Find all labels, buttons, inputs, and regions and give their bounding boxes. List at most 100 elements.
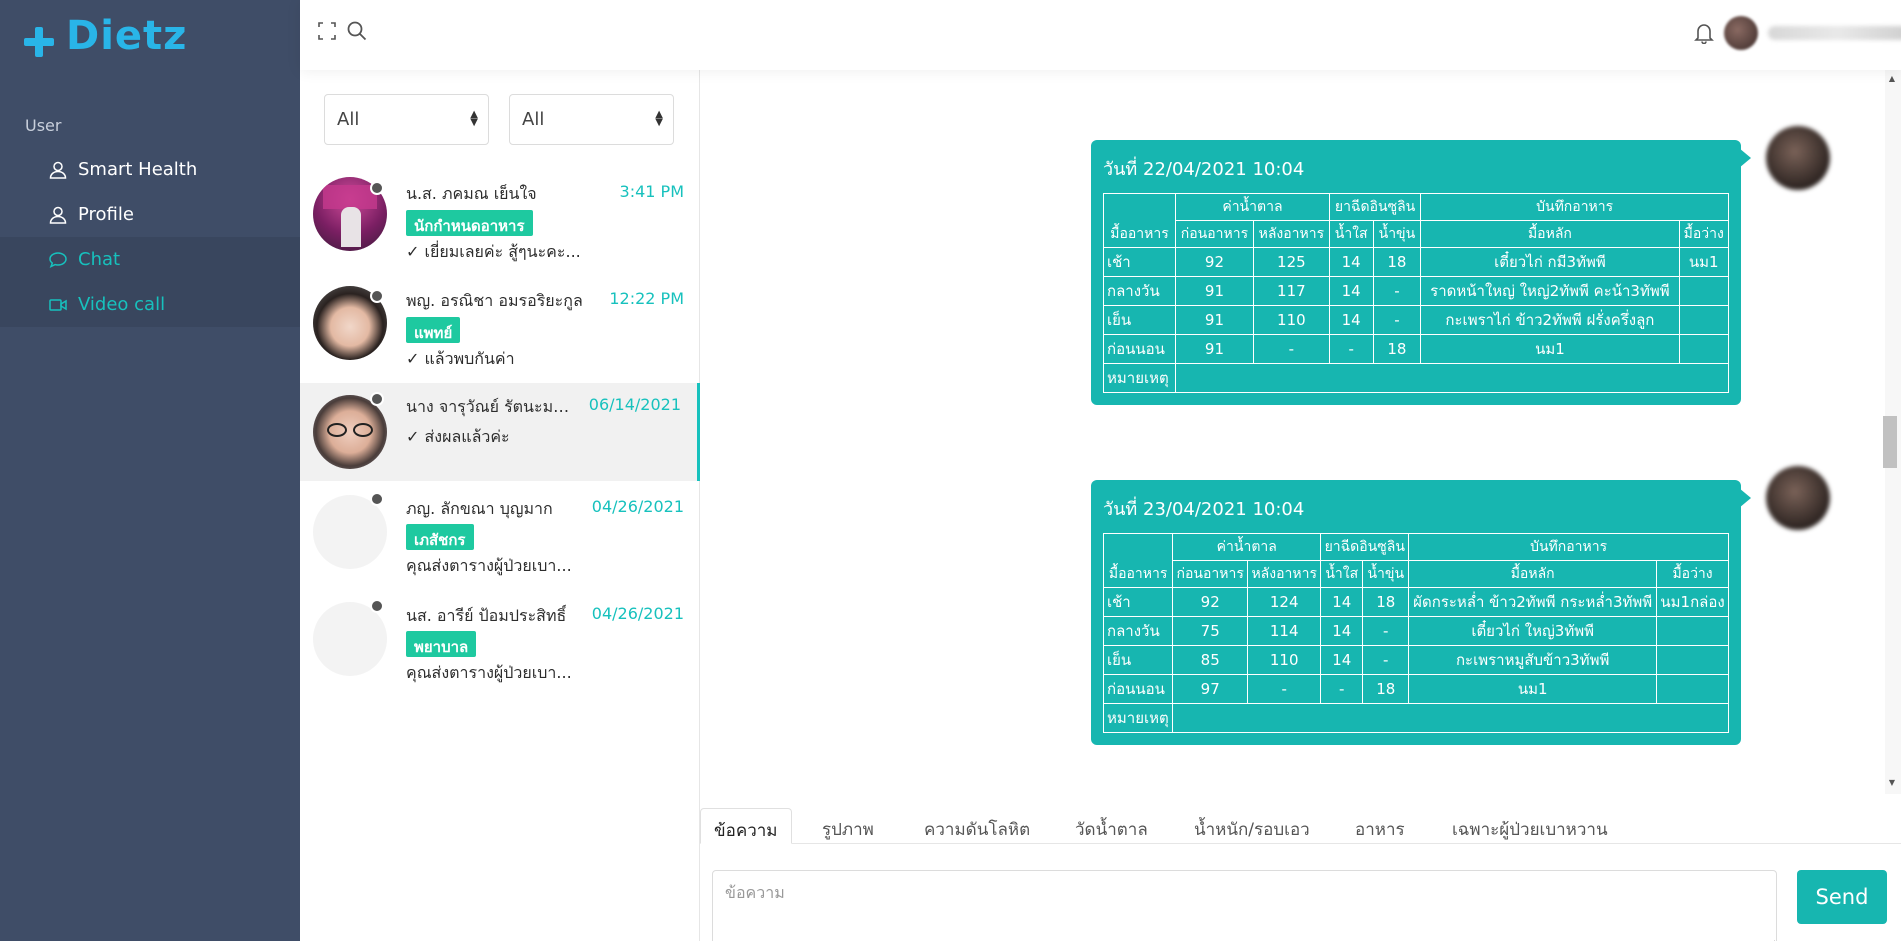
sidebar-item-smart-health[interactable]: Smart Health: [0, 147, 300, 192]
nav-list: Smart Health Profile Chat Video call: [0, 147, 300, 327]
scroll-up-arrow-icon[interactable]: ▲: [1887, 74, 1897, 84]
table-cell: นม1: [1408, 674, 1658, 704]
avatar: [313, 395, 387, 469]
table-header: หลังอาหาร: [1247, 560, 1322, 588]
user-name: [1768, 26, 1901, 40]
user-icon: [48, 205, 68, 225]
contact-item[interactable]: นส. อารีย์ ป้อมประสิทธิ์ 04/26/2021 พยาบ…: [300, 594, 700, 692]
table-cell: 75: [1172, 616, 1249, 646]
table-row: กลางวัน 75 114 14 - เตี๋ยวไก่ ใหญ่3ทัพพี: [1102, 616, 1729, 646]
tab-weight-waist[interactable]: น้ำหนัก/รอบเอว: [1181, 808, 1323, 844]
tab-diabetes-only[interactable]: เฉพาะผู้ป่วยเบาหวาน: [1439, 808, 1621, 844]
table-header: น้ำใส: [1320, 560, 1364, 588]
table-cell: 91: [1175, 334, 1254, 364]
table-header: มื้อหลัก: [1420, 220, 1680, 248]
sidebar-item-label: Video call: [78, 294, 166, 315]
contact-name: นส. อารีย์ ป้อมประสิทธิ์: [406, 606, 567, 625]
contact-time: 12:22 PM: [609, 289, 684, 308]
table-row: ก่อนนอน 97 - - 18 นม1: [1102, 674, 1729, 704]
table-header: มื้ออาหาร: [1102, 533, 1174, 588]
table-cell: นม1: [1420, 334, 1680, 364]
table-cell: 18: [1372, 334, 1422, 364]
table-cell: 117: [1252, 276, 1330, 306]
contact-item[interactable]: น.ส. ภคมณ เย็นใจ 3:41 PM นักกำหนดอาหาร ✓…: [300, 177, 700, 275]
table-cell: [1678, 276, 1730, 306]
user-menu[interactable]: [1724, 16, 1901, 50]
table-row: เช้า 92 125 14 18 เตี๋ยวไก่ กมี3ทัพพี นม…: [1102, 247, 1730, 277]
fullscreen-icon[interactable]: [316, 20, 338, 42]
table-header: มื้อว่าง: [1656, 560, 1729, 588]
table-header: ก่อนอาหาร: [1175, 220, 1254, 248]
contact-item[interactable]: พญ. อรณิชา อมรอริยะกูล 12:22 PM แพทย์ ✓ …: [300, 284, 700, 382]
scrollbar-thumb[interactable]: [1883, 416, 1897, 468]
table-cell: นม1: [1678, 247, 1730, 277]
contact-time: 04/26/2021: [591, 497, 684, 516]
table-cell: ก่อนนอน: [1102, 334, 1177, 364]
filter-select-1[interactable]: All ▲ ▼: [324, 94, 489, 145]
table-cell: 110: [1247, 645, 1322, 675]
table-header: มื้ออาหาร: [1102, 193, 1177, 248]
contact-last-message: คุณส่งตารางผู้ป่วยเบา...: [406, 556, 572, 575]
filter-select-2[interactable]: All ▲ ▼: [509, 94, 674, 145]
contact-time: 04/26/2021: [591, 604, 684, 623]
status-dot: [370, 392, 384, 406]
table-cell: ก่อนนอน: [1102, 674, 1174, 704]
tab-food[interactable]: อาหาร: [1342, 808, 1418, 844]
tab-blood-pressure[interactable]: ความดันโลหิต: [911, 808, 1043, 844]
table-row: เย็น 85 110 14 - กะเพราหมูสับข้าว3ทัพพี: [1102, 645, 1729, 675]
role-badge: นักกำหนดอาหาร: [406, 210, 533, 236]
table-cell: 92: [1172, 587, 1249, 617]
send-button[interactable]: Send: [1797, 870, 1887, 924]
table-cell: เตี๋ยวไก่ ใหญ่3ทัพพี: [1408, 616, 1658, 646]
table-cell: 14: [1320, 616, 1364, 646]
table-header: ค่าน้ำตาล: [1172, 533, 1322, 561]
table-cell: 18: [1372, 247, 1422, 277]
sidebar-item-chat[interactable]: Chat: [0, 237, 300, 282]
message-input[interactable]: [712, 870, 1777, 941]
sidebar-item-video-call[interactable]: Video call: [0, 282, 300, 327]
table-cell: 18: [1362, 587, 1410, 617]
table-header: น้ำใส: [1328, 220, 1374, 248]
message-bubble: วันที่ 22/04/2021 10:04 มื้ออาหาร ค่าน้ำ…: [1091, 140, 1751, 405]
table-cell: 125: [1252, 247, 1330, 277]
table-header: น้ำขุ่น: [1372, 220, 1422, 248]
chat-bubble-icon: [48, 250, 68, 270]
contact-name: นาง จารุวัณย์ รัตนะมงค...: [406, 397, 576, 416]
table-cell: ราดหน้าใหญ่ ใหญ่2ทัพพี คะน้า3ทัพพี: [1420, 276, 1680, 306]
table-row: ก่อนนอน 91 - - 18 นม1: [1102, 334, 1730, 364]
table-cell: 14: [1328, 247, 1374, 277]
bell-icon[interactable]: [1694, 22, 1714, 45]
message-bubble: วันที่ 23/04/2021 10:04 มื้ออาหาร ค่าน้ำ…: [1091, 480, 1751, 745]
table-cell: 114: [1247, 616, 1322, 646]
diabetes-record-table: มื้ออาหาร ค่าน้ำตาล ยาฉีดอินซูลิน บันทึก…: [1102, 193, 1730, 393]
table-cell: 91: [1175, 305, 1254, 335]
chat-scrollbar[interactable]: ▲ ▼: [1883, 70, 1901, 794]
table-cell: 91: [1175, 276, 1254, 306]
table-cell: [1678, 334, 1730, 364]
contact-name: น.ส. ภคมณ เย็นใจ: [406, 184, 537, 203]
table-cell: -: [1247, 674, 1322, 704]
message-type-tabs: ข้อความ รูปภาพ ความดันโลหิต วัดน้ำตาล น้…: [700, 800, 1901, 844]
contact-item[interactable]: นาง จารุวัณย์ รัตนะมงค... 06/14/2021 ✓ ส…: [300, 383, 700, 481]
table-cell: 85: [1172, 645, 1249, 675]
brand-logo[interactable]: Dietz: [24, 13, 188, 59]
table-row: เย็น 91 110 14 - กะเพราไก่ ข้าว2ทัพพี ฝร…: [1102, 305, 1730, 335]
table-cell: [1656, 645, 1729, 675]
search-icon[interactable]: [346, 20, 368, 42]
tab-blood-sugar[interactable]: วัดน้ำตาล: [1062, 808, 1161, 844]
plus-logo-icon: [24, 27, 54, 57]
status-dot: [370, 181, 384, 195]
tab-message[interactable]: ข้อความ: [700, 808, 792, 844]
contact-item[interactable]: ภญ. ลักขณา บุญมาก 04/26/2021 เภสัชกร คุณ…: [300, 487, 700, 585]
avatar: [1766, 466, 1830, 530]
table-row: หมายเหตุ: [1102, 363, 1729, 393]
filter-select-value: All: [522, 109, 545, 130]
table-cell: 92: [1175, 247, 1254, 277]
scroll-down-arrow-icon[interactable]: ▼: [1887, 778, 1897, 788]
chat-messages-area: วันที่ 22/04/2021 10:04 มื้ออาหาร ค่าน้ำ…: [700, 70, 1901, 794]
table-row: กลางวัน 91 117 14 - ราดหน้าใหญ่ ใหญ่2ทัพ…: [1102, 276, 1730, 306]
table-header: มื้อว่าง: [1678, 220, 1730, 248]
sidebar-item-profile[interactable]: Profile: [0, 192, 300, 237]
tab-image[interactable]: รูปภาพ: [809, 808, 887, 844]
brand-name: Dietz: [66, 13, 188, 59]
